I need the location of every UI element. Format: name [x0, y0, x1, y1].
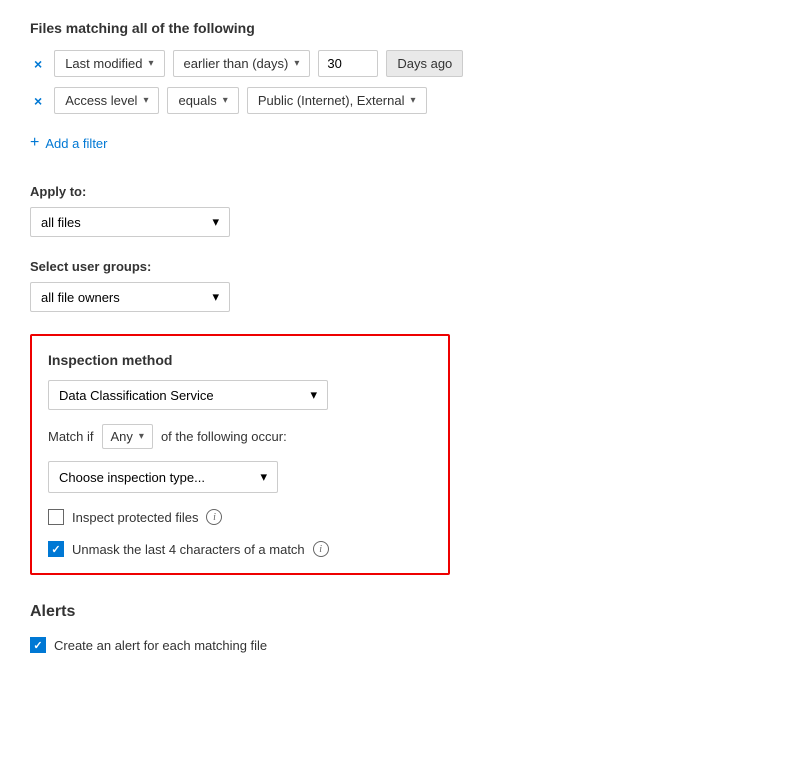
inspect-protected-label: Inspect protected files: [72, 510, 198, 525]
filter2-value-dropdown[interactable]: Public (Internet), External ▾: [247, 87, 427, 114]
filter-row-1: × Last modified ▾ earlier than (days) ▾ …: [30, 50, 755, 77]
filter2-field-chevron-icon: ▾: [143, 95, 148, 106]
filter2-field-label: Access level: [65, 93, 137, 108]
filter-row-2: × Access level ▾ equals ▾ Public (Intern…: [30, 87, 755, 114]
user-groups-value: all file owners: [41, 290, 120, 305]
inspect-protected-info-icon[interactable]: i: [206, 509, 222, 525]
remove-filter-1-button[interactable]: ×: [30, 54, 46, 74]
match-row: Match if Any ▾ of the following occur:: [48, 424, 432, 449]
inspection-type-placeholder: Choose inspection type...: [59, 470, 205, 485]
filter1-operator-label: earlier than (days): [184, 56, 289, 71]
match-value-dropdown[interactable]: Any ▾: [102, 424, 153, 449]
unmask-checkbox[interactable]: [48, 541, 64, 557]
inspection-type-chevron-icon: ▾: [260, 469, 267, 485]
remove-filter-2-button[interactable]: ×: [30, 91, 46, 111]
inspection-type-row: Choose inspection type... ▾: [48, 461, 432, 493]
add-filter-label: Add a filter: [45, 136, 107, 151]
match-label: Match if: [48, 429, 94, 444]
filter2-field-dropdown[interactable]: Access level ▾: [54, 87, 159, 114]
inspect-protected-checkbox[interactable]: [48, 509, 64, 525]
apply-to-chevron-icon: ▾: [212, 214, 219, 230]
filter1-suffix-button[interactable]: Days ago: [386, 50, 463, 77]
alerts-checkbox-row: Create an alert for each matching file: [30, 637, 755, 653]
alerts-checkbox-label: Create an alert for each matching file: [54, 638, 267, 653]
alerts-section: Alerts Create an alert for each matching…: [30, 603, 755, 653]
filter1-operator-chevron-icon: ▾: [294, 58, 299, 69]
inspect-protected-row: Inspect protected files i: [48, 509, 432, 525]
user-groups-dropdown[interactable]: all file owners ▾: [30, 282, 230, 312]
plus-icon: +: [30, 134, 39, 152]
user-groups-label: Select user groups:: [30, 259, 755, 274]
unmask-row: Unmask the last 4 characters of a match …: [48, 541, 432, 557]
filter2-operator-chevron-icon: ▾: [223, 95, 228, 106]
filter2-operator-label: equals: [178, 93, 216, 108]
filter1-value-input[interactable]: [318, 50, 378, 77]
add-filter-button[interactable]: + Add a filter: [30, 130, 108, 156]
filter2-value-label: Public (Internet), External: [258, 93, 405, 108]
apply-to-value: all files: [41, 215, 81, 230]
apply-to-dropdown[interactable]: all files ▾: [30, 207, 230, 237]
filter1-operator-dropdown[interactable]: earlier than (days) ▾: [173, 50, 311, 77]
filter2-value-chevron-icon: ▾: [411, 95, 416, 106]
filter2-operator-dropdown[interactable]: equals ▾: [167, 87, 238, 114]
inspection-method-dropdown[interactable]: Data Classification Service ▾: [48, 380, 328, 410]
apply-to-section: Apply to: all files ▾: [30, 184, 755, 237]
section-header: Files matching all of the following: [30, 20, 755, 36]
apply-to-label: Apply to:: [30, 184, 755, 199]
filter1-field-dropdown[interactable]: Last modified ▾: [54, 50, 164, 77]
inspection-method-chevron-icon: ▾: [310, 387, 317, 403]
filter1-field-chevron-icon: ▾: [149, 58, 154, 69]
unmask-info-icon[interactable]: i: [313, 541, 329, 557]
user-groups-chevron-icon: ▾: [212, 289, 219, 305]
inspection-section: Inspection method Data Classification Se…: [30, 334, 450, 575]
match-value-chevron-icon: ▾: [139, 431, 144, 442]
match-suffix-text: of the following occur:: [161, 429, 287, 444]
inspection-type-dropdown[interactable]: Choose inspection type... ▾: [48, 461, 278, 493]
unmask-label: Unmask the last 4 characters of a match: [72, 542, 305, 557]
inspection-title: Inspection method: [48, 352, 432, 368]
user-groups-section: Select user groups: all file owners ▾: [30, 259, 755, 312]
inspection-method-label: Data Classification Service: [59, 388, 214, 403]
match-value-label: Any: [111, 429, 133, 444]
alerts-checkbox[interactable]: [30, 637, 46, 653]
alerts-title: Alerts: [30, 603, 755, 621]
filter1-field-label: Last modified: [65, 56, 142, 71]
